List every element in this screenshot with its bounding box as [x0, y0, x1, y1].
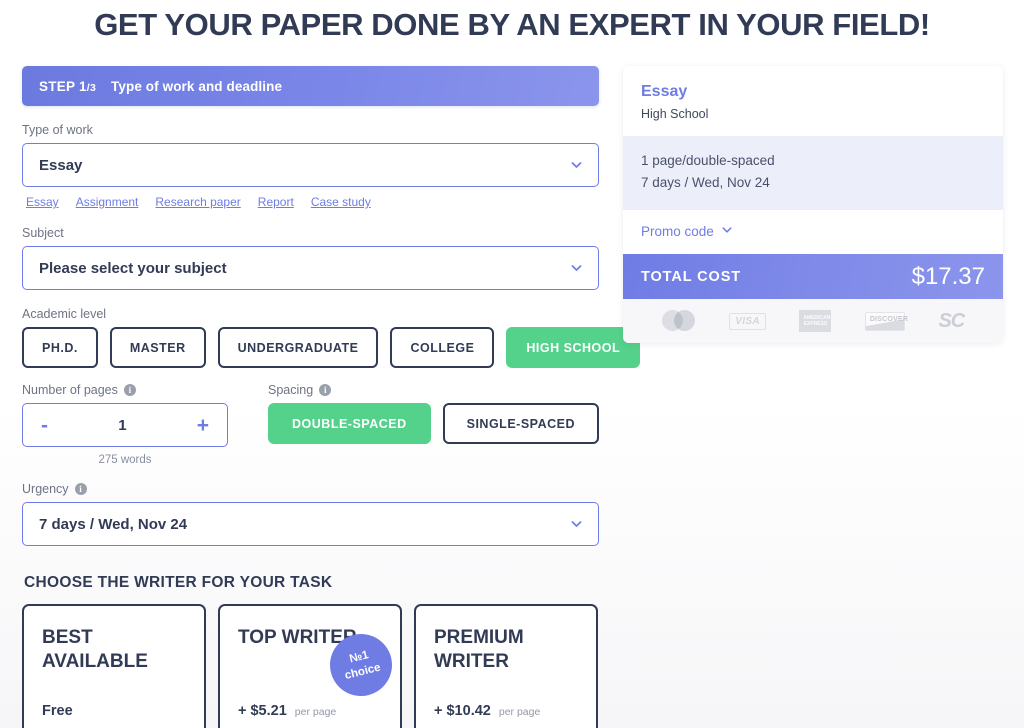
writer-price-amount: + $10.42 — [434, 703, 491, 719]
writer-price: + $5.21 per page — [238, 703, 336, 719]
academic-level-options: PH.D. MASTER UNDERGRADUATE COLLEGE HIGH … — [22, 327, 641, 368]
number-of-pages-field: Number of pages i - 1 + 275 words — [22, 383, 229, 466]
total-cost-bar: TOTAL COST $17.37 — [623, 254, 1003, 299]
type-of-work-quick-links: Essay Assignment Research paper Report C… — [22, 195, 599, 209]
spacing-options: DOUBLE-SPACED SINGLE-SPACED — [268, 403, 599, 444]
summary-pages: 1 page/double-spaced — [641, 153, 775, 168]
writer-price: Free — [42, 703, 81, 719]
total-cost-value: $17.37 — [911, 262, 985, 290]
info-icon[interactable]: i — [319, 384, 332, 396]
academic-level-master[interactable]: MASTER — [109, 327, 206, 368]
type-of-work-field: Type of work Essay Essay Assignment Rese… — [22, 123, 599, 209]
writer-price-amount: + $5.21 — [238, 703, 287, 719]
number-of-pages-label: Number of pages i — [22, 383, 228, 397]
info-icon[interactable]: i — [123, 384, 136, 396]
writer-name: BEST AVAILABLE — [42, 627, 148, 672]
amex-label: AMERICAN EXPRESS — [799, 310, 832, 332]
order-summary-column: Essay High School 1 page/double-spaced 7… — [623, 66, 1003, 343]
badge-bottom-text: choice — [343, 661, 382, 683]
number-of-pages-label-text: Number of pages — [22, 383, 118, 397]
sc-label: SC — [938, 309, 965, 332]
subject-value: Please select your subject — [39, 259, 227, 277]
writers-heading: CHOOSE THE WRITER FOR YOUR TASK — [24, 574, 333, 591]
step-fraction: /3 — [86, 81, 97, 94]
page-title: GET YOUR PAPER DONE BY AN EXPERT IN YOUR… — [94, 7, 930, 42]
pages-value[interactable]: 1 — [118, 417, 126, 434]
step-title: Type of work and deadline — [111, 78, 283, 94]
sc-icon: SC — [938, 309, 965, 333]
academic-level-label: Academic level — [22, 307, 107, 321]
writer-name: PREMIUM WRITER — [434, 627, 524, 672]
visa-label: VISA — [729, 312, 766, 330]
discover-icon: DISCOVER — [864, 309, 908, 333]
academic-level-undergraduate[interactable]: UNDERGRADUATE — [217, 327, 379, 368]
chevron-down-icon — [570, 262, 583, 275]
chevron-down-icon — [570, 518, 583, 531]
promo-code-label: Promo code — [641, 224, 714, 239]
discover-label: DISCOVER — [864, 311, 908, 331]
quick-link-essay[interactable]: Essay — [26, 195, 59, 209]
chevron-down-icon — [570, 159, 583, 172]
pages-and-spacing-row: Number of pages i - 1 + 275 words Spacin… — [22, 383, 599, 466]
pages-decrement-button[interactable]: - — [41, 415, 48, 436]
quick-link-assignment[interactable]: Assignment — [76, 195, 139, 209]
spacing-single-spaced[interactable]: SINGLE-SPACED — [442, 403, 599, 444]
summary-deadline: 7 days / Wed, Nov 24 — [641, 175, 770, 190]
spacing-label-text: Spacing — [268, 383, 314, 397]
writer-card-top-writer[interactable]: TOP WRITER №1 choice + $5.21 per page — [218, 604, 402, 728]
pages-increment-button[interactable]: + — [197, 415, 209, 436]
urgency-value: 7 days / Wed, Nov 24 — [39, 515, 188, 533]
american-express-icon: AMERICAN EXPRESS — [799, 309, 832, 333]
subject-label: Subject — [22, 226, 64, 240]
type-of-work-label: Type of work — [22, 123, 93, 137]
spacing-double-spaced[interactable]: DOUBLE-SPACED — [268, 403, 431, 444]
step-number: STEP 1/3 — [39, 78, 97, 94]
subject-select[interactable]: Please select your subject — [22, 246, 599, 290]
spacing-field: Spacing i DOUBLE-SPACED SINGLE-SPACED — [268, 383, 599, 466]
urgency-field: Urgency i 7 days / Wed, Nov 24 — [22, 482, 599, 546]
academic-level-field: Academic level PH.D. MASTER UNDERGRADUAT… — [22, 307, 641, 368]
promo-code-toggle[interactable]: Promo code — [623, 210, 1003, 254]
summary-subtitle: High School — [641, 107, 709, 121]
writer-card-best-available[interactable]: BEST AVAILABLE Free — [22, 604, 206, 728]
academic-level-college[interactable]: COLLEGE — [390, 327, 495, 368]
total-cost-label: TOTAL COST — [641, 268, 742, 285]
order-summary-card: Essay High School 1 page/double-spaced 7… — [623, 66, 1003, 343]
summary-title: Essay — [641, 83, 688, 100]
writer-price-unit: per page — [498, 706, 541, 718]
step-header: STEP 1/3 Type of work and deadline — [22, 66, 599, 106]
content-columns: STEP 1/3 Type of work and deadline Type … — [0, 45, 1024, 728]
summary-details: 1 page/double-spaced 7 days / Wed, Nov 2… — [623, 136, 1003, 210]
academic-level-phd[interactable]: PH.D. — [22, 327, 98, 368]
writer-price-unit: per page — [294, 706, 337, 718]
chevron-down-icon — [721, 224, 733, 239]
info-icon[interactable]: i — [74, 483, 87, 495]
type-of-work-value: Essay — [39, 156, 83, 174]
writer-options: BEST AVAILABLE Free TOP WRITER №1 choice… — [22, 604, 599, 728]
academic-level-high-school[interactable]: HIGH SCHOOL — [506, 327, 641, 368]
word-count: 275 words — [98, 454, 152, 466]
writer-price-amount: Free — [42, 703, 73, 719]
order-form-column: STEP 1/3 Type of work and deadline Type … — [22, 66, 641, 728]
quick-link-case-study[interactable]: Case study — [311, 195, 371, 209]
writer-price: + $10.42 per page — [434, 703, 540, 719]
type-of-work-select[interactable]: Essay — [22, 143, 599, 187]
urgency-select[interactable]: 7 days / Wed, Nov 24 — [22, 502, 599, 546]
order-form-page: GET YOUR PAPER DONE BY AN EXPERT IN YOUR… — [0, 0, 1024, 728]
spacing-label: Spacing i — [268, 383, 599, 397]
subject-field: Subject Please select your subject — [22, 226, 599, 290]
payment-methods: VISA AMERICAN EXPRESS DISCOVER SC — [623, 299, 1003, 343]
pages-stepper: - 1 + — [22, 403, 229, 447]
mastercard-icon — [661, 309, 696, 333]
writer-card-premium-writer[interactable]: PREMIUM WRITER + $10.42 per page — [414, 604, 598, 728]
visa-icon: VISA — [729, 309, 766, 333]
urgency-label: Urgency i — [22, 482, 599, 496]
quick-link-research-paper[interactable]: Research paper — [155, 195, 240, 209]
urgency-label-text: Urgency — [22, 482, 69, 496]
summary-header: Essay High School — [623, 66, 1003, 136]
quick-link-report[interactable]: Report — [258, 195, 294, 209]
